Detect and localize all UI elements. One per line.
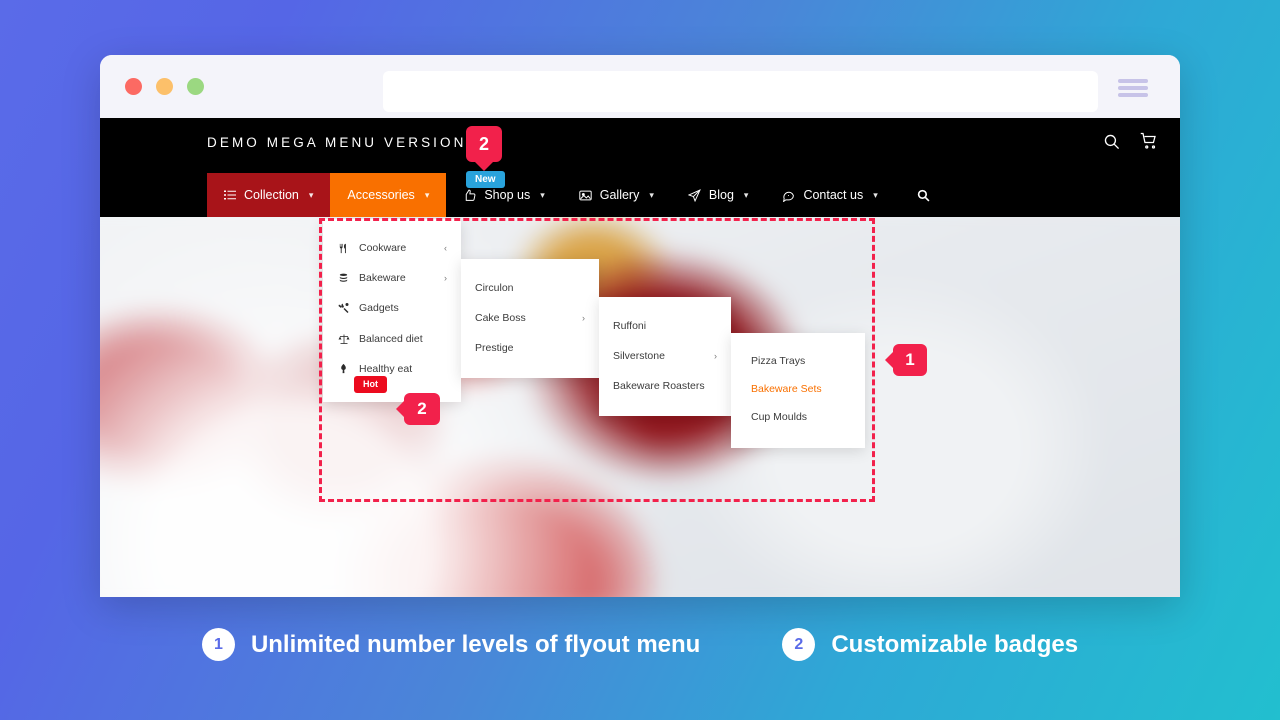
menu-label: Balanced diet	[359, 332, 423, 345]
address-bar[interactable]	[383, 71, 1098, 112]
menu-label: Ruffoni	[613, 320, 647, 332]
hamburger-icon[interactable]	[1118, 79, 1148, 97]
menu-label: Silverstone	[613, 350, 665, 363]
menu-label: Bakeware Sets	[751, 383, 822, 396]
menu-label: Cup Moulds	[751, 411, 808, 424]
mega-menu-level-1: Cookware ‹ Bakeware › Gadgets Balanced d…	[323, 219, 461, 402]
maximize-window-button[interactable]	[187, 78, 204, 95]
menu-label: Bakeware	[359, 272, 406, 285]
hot-badge: Hot	[354, 376, 387, 393]
cutlery-icon	[337, 243, 350, 254]
chevron-down-icon: ▾	[308, 189, 314, 200]
menu-item-pizza-trays[interactable]: Pizza Trays	[731, 347, 865, 375]
nav-label: Collection	[244, 188, 299, 202]
menu-label: Pizza Trays	[751, 355, 806, 367]
traffic-lights	[125, 78, 204, 95]
callout-marker-badge-hot: 2	[404, 393, 440, 425]
caption-number: 2	[782, 628, 816, 661]
callout-marker-badge-top: 2	[466, 126, 502, 162]
chevron-left-icon: ‹	[444, 243, 447, 254]
caption-customizable-badges: 2 Customizable badges	[782, 628, 1078, 661]
screenshot-stage: DEMO MEGA MENU VERSION 2 Collection ▾ Ac…	[0, 0, 1280, 720]
minimize-window-button[interactable]	[156, 78, 173, 95]
site-logo: DEMO MEGA MENU VERSION 2	[207, 135, 484, 150]
menu-item-cup-moulds[interactable]: Cup Moulds	[731, 403, 865, 431]
menu-label: Cookware	[359, 242, 407, 254]
thumbsup-icon	[463, 189, 476, 202]
mega-menu-level-4: Pizza Trays Bakeware Sets Cup Moulds	[731, 333, 865, 448]
menu-label: Cake Boss	[475, 312, 526, 325]
nav-search-button[interactable]	[895, 173, 952, 217]
hamburger-line	[1118, 86, 1148, 90]
menu-item-ruffoni[interactable]: Ruffoni	[599, 311, 731, 341]
nav-label: Accessories	[347, 188, 415, 202]
scale-icon	[337, 333, 350, 345]
menu-item-healthy-eat[interactable]: Healthy eat Hot	[323, 354, 461, 393]
menu-item-bakeware[interactable]: Bakeware ›	[323, 263, 461, 293]
menu-label: Prestige	[475, 342, 514, 355]
menu-item-balanced-diet[interactable]: Balanced diet	[323, 324, 461, 354]
page-hero: Cookware ‹ Bakeware › Gadgets Balanced d…	[100, 217, 1180, 597]
browser-chrome-bar	[100, 55, 1180, 118]
caption-text: Unlimited number levels of flyout menu	[250, 630, 701, 658]
chevron-down-icon: ▾	[873, 189, 878, 200]
caption-flyout-levels: 1 Unlimited number levels of flyout menu	[201, 628, 701, 661]
nav-item-collection[interactable]: Collection ▾	[207, 173, 331, 217]
chevron-down-icon: ▾	[649, 189, 654, 200]
nav-label: Shop us	[484, 188, 531, 202]
tools-icon	[337, 302, 350, 314]
menu-label: Bakeware Roasters	[613, 380, 705, 393]
menu-item-gadgets[interactable]: Gadgets	[323, 293, 461, 323]
cart-icon[interactable]	[1140, 132, 1158, 150]
menu-item-circulon[interactable]: Circulon	[461, 273, 599, 303]
hamburger-line	[1118, 93, 1148, 97]
chat-icon	[782, 189, 795, 202]
menu-item-bakeware-sets[interactable]: Bakeware Sets	[731, 375, 865, 403]
hamburger-line	[1118, 79, 1148, 83]
chevron-down-icon: ▾	[743, 189, 749, 200]
nav-label: Blog	[708, 188, 734, 202]
nav-label: Gallery	[599, 188, 640, 202]
nav-item-accessories[interactable]: Accessories ▾	[330, 173, 447, 217]
close-window-button[interactable]	[125, 78, 142, 95]
callout-marker-flyout: 1	[893, 344, 927, 376]
search-icon	[917, 189, 930, 202]
nav-item-gallery[interactable]: Gallery ▾	[562, 173, 671, 217]
menu-item-cake-boss[interactable]: Cake Boss ›	[461, 303, 599, 333]
list-icon	[224, 189, 236, 201]
chevron-down-icon: ▾	[540, 189, 545, 200]
new-badge: New	[466, 171, 505, 188]
nav-item-contact-us[interactable]: Contact us ▾	[765, 173, 894, 217]
image-icon	[579, 189, 592, 202]
site-header: DEMO MEGA MENU VERSION 2	[100, 118, 1180, 173]
nav-label: Contact us	[803, 188, 864, 202]
caption-text: Customizable badges	[831, 630, 1079, 658]
menu-label: Gadgets	[359, 302, 399, 315]
menu-item-silverstone[interactable]: Silverstone ›	[599, 341, 731, 371]
menu-label: Healthy eat	[359, 362, 413, 375]
menu-label: Circulon	[475, 282, 514, 294]
menu-item-bakeware-roasters[interactable]: Bakeware Roasters	[599, 371, 731, 401]
search-icon[interactable]	[1103, 133, 1120, 150]
mega-menu-level-3: Ruffoni Silverstone › Bakeware Roasters	[599, 297, 731, 416]
chevron-right-icon: ›	[582, 313, 585, 324]
caption-number: 1	[201, 628, 235, 661]
caption-row: 1 Unlimited number levels of flyout menu…	[0, 628, 1280, 661]
browser-window: DEMO MEGA MENU VERSION 2 Collection ▾ Ac…	[100, 55, 1180, 597]
leaf-icon	[337, 363, 350, 374]
chevron-down-icon: ▾	[424, 189, 430, 200]
header-icon-group	[1103, 132, 1158, 150]
stack-icon	[337, 273, 350, 284]
mega-menu-level-2: Circulon Cake Boss › Prestige	[461, 259, 599, 378]
paperplane-icon	[687, 188, 701, 202]
chevron-right-icon: ›	[444, 273, 447, 284]
menu-item-cookware[interactable]: Cookware ‹	[323, 233, 461, 263]
chevron-right-icon: ›	[714, 351, 717, 362]
main-navigation: Collection ▾ Accessories ▾ Shop us ▾ Gal…	[100, 173, 1180, 217]
menu-item-prestige[interactable]: Prestige	[461, 333, 599, 363]
nav-item-blog[interactable]: Blog ▾	[671, 173, 766, 217]
